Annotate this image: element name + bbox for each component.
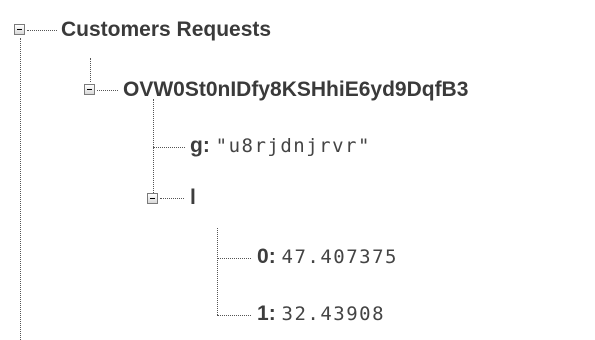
child-collapse-toggle[interactable] bbox=[84, 84, 95, 95]
item-0-connector bbox=[217, 258, 251, 259]
list-item[interactable]: 0: 47.407375 bbox=[257, 244, 398, 270]
item-1-key: 1 bbox=[257, 302, 269, 325]
child-guide-upper bbox=[90, 58, 91, 82]
item-1-value[interactable]: 32.43908 bbox=[282, 303, 386, 325]
item-1-connector bbox=[217, 315, 251, 316]
root-connector bbox=[27, 30, 57, 31]
root-collapse-toggle[interactable] bbox=[14, 24, 25, 35]
field-l-key: l bbox=[190, 186, 196, 209]
item-0-value[interactable]: 47.407375 bbox=[282, 246, 398, 268]
field-l[interactable]: l bbox=[190, 185, 196, 211]
root-node-label: Customers Requests bbox=[61, 18, 272, 41]
field-g-key: g bbox=[190, 134, 203, 157]
field-g[interactable]: g: "u8rjdnjrvr" bbox=[190, 133, 371, 159]
field-l-collapse-toggle[interactable] bbox=[147, 193, 158, 204]
field-l-connector bbox=[160, 198, 184, 199]
child-connector bbox=[97, 90, 118, 91]
root-guide-line bbox=[20, 38, 21, 340]
item-1-separator: : bbox=[268, 302, 276, 325]
data-tree: Customers Requests OVW0St0nIDfy8KSHhiE6y… bbox=[0, 0, 595, 340]
items-guide-line bbox=[217, 228, 218, 315]
item-0-separator: : bbox=[268, 245, 276, 268]
child-node-label: OVW0St0nIDfy8KSHhiE6yd9DqfB3 bbox=[123, 78, 469, 101]
child-node[interactable]: OVW0St0nIDfy8KSHhiE6yd9DqfB3 bbox=[123, 77, 468, 103]
item-0-key: 0 bbox=[257, 245, 269, 268]
root-node[interactable]: Customers Requests bbox=[61, 17, 271, 43]
list-item[interactable]: 1: 32.43908 bbox=[257, 301, 385, 327]
field-g-connector bbox=[153, 147, 185, 148]
field-g-separator: : bbox=[202, 134, 210, 157]
field-g-value[interactable]: "u8rjdnjrvr" bbox=[216, 135, 371, 157]
